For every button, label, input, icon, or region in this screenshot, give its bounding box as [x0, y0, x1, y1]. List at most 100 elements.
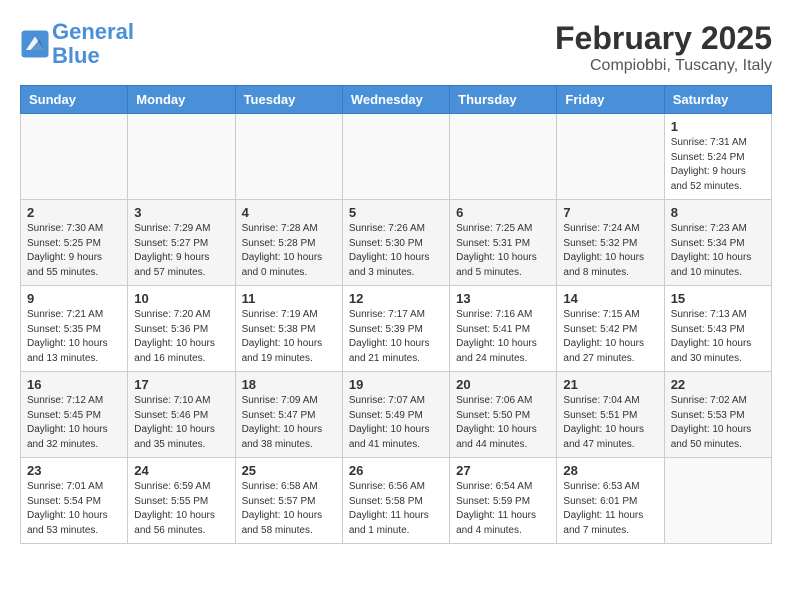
day-number: 14 [563, 291, 657, 306]
calendar-day: 12Sunrise: 7:17 AM Sunset: 5:39 PM Dayli… [342, 286, 449, 372]
calendar-day: 9 Sunrise: 7:21 AM Sunset: 5:35 PM Daylig… [21, 286, 128, 372]
calendar-day: 21Sunrise: 7:04 AM Sunset: 5:51 PM Dayli… [557, 372, 664, 458]
logo-icon [20, 29, 50, 59]
month-title: February 2025 [555, 20, 772, 57]
day-number: 15 [671, 291, 765, 306]
day-info: Sunrise: 7:02 AM Sunset: 5:53 PM Dayligh… [671, 394, 765, 452]
day-number: 26 [349, 463, 443, 478]
calendar-day: 6Sunrise: 7:25 AM Sunset: 5:31 PM Daylig… [450, 200, 557, 286]
day-info: Sunrise: 7:06 AM Sunset: 5:50 PM Dayligh… [456, 394, 550, 452]
title-block: February 2025 Compiobbi, Tuscany, Italy [555, 20, 772, 75]
calendar-day: 10 Sunrise: 7:20 AM Sunset: 5:36 PM Dayli… [128, 286, 235, 372]
weekday-header: Wednesday [342, 86, 449, 114]
calendar-day: 25 Sunrise: 6:58 AM Sunset: 5:57 PM Dayli… [235, 458, 342, 544]
calendar-day: 11 Sunrise: 7:19 AM Sunset: 5:38 PM Dayli… [235, 286, 342, 372]
weekday-header: Monday [128, 86, 235, 114]
calendar-day: 15 Sunrise: 7:13 AM Sunset: 5:43 PM Dayli… [664, 286, 771, 372]
day-info: Sunrise: 7:10 AM Sunset: 5:46 PM Dayligh… [134, 394, 228, 452]
day-info: Sunrise: 7:19 AM Sunset: 5:38 PM Dayligh… [242, 308, 336, 366]
day-number: 10 [134, 291, 228, 306]
calendar-day: 27 Sunrise: 6:54 AM Sunset: 5:59 PM Dayli… [450, 458, 557, 544]
calendar-week: 1 Sunrise: 7:31 AM Sunset: 5:24 PM Daylig… [21, 114, 772, 200]
day-info: Sunrise: 7:16 AM Sunset: 5:41 PM Dayligh… [456, 308, 550, 366]
calendar-week: 23 Sunrise: 7:01 AM Sunset: 5:54 PM Dayli… [21, 458, 772, 544]
calendar-body: 1 Sunrise: 7:31 AM Sunset: 5:24 PM Daylig… [21, 114, 772, 544]
calendar-day [557, 114, 664, 200]
day-info: Sunrise: 7:09 AM Sunset: 5:47 PM Dayligh… [242, 394, 336, 452]
logo-text: General Blue [52, 20, 134, 68]
location: Compiobbi, Tuscany, Italy [555, 57, 772, 75]
calendar-day [21, 114, 128, 200]
calendar-week: 16Sunrise: 7:12 AM Sunset: 5:45 PM Dayli… [21, 372, 772, 458]
day-number: 9 [27, 291, 121, 306]
day-number: 21 [563, 377, 657, 392]
day-number: 13 [456, 291, 550, 306]
day-number: 22 [671, 377, 765, 392]
day-number: 8 [671, 205, 765, 220]
calendar-week: 9 Sunrise: 7:21 AM Sunset: 5:35 PM Daylig… [21, 286, 772, 372]
day-number: 25 [242, 463, 336, 478]
day-info: Sunrise: 6:58 AM Sunset: 5:57 PM Dayligh… [242, 480, 336, 538]
day-info: Sunrise: 7:15 AM Sunset: 5:42 PM Dayligh… [563, 308, 657, 366]
calendar-header: SundayMondayTuesdayWednesdayThursdayFrid… [21, 86, 772, 114]
day-number: 28 [563, 463, 657, 478]
calendar-day [235, 114, 342, 200]
calendar-day: 13 Sunrise: 7:16 AM Sunset: 5:41 PM Dayli… [450, 286, 557, 372]
day-number: 11 [242, 291, 336, 306]
calendar-day: 24 Sunrise: 6:59 AM Sunset: 5:55 PM Dayli… [128, 458, 235, 544]
calendar-day: 18Sunrise: 7:09 AM Sunset: 5:47 PM Dayli… [235, 372, 342, 458]
calendar-day [664, 458, 771, 544]
day-info: Sunrise: 6:54 AM Sunset: 5:59 PM Dayligh… [456, 480, 550, 538]
calendar-day: 3 Sunrise: 7:29 AM Sunset: 5:27 PM Daylig… [128, 200, 235, 286]
calendar-day: 22 Sunrise: 7:02 AM Sunset: 5:53 PM Dayli… [664, 372, 771, 458]
calendar-table: SundayMondayTuesdayWednesdayThursdayFrid… [20, 85, 772, 544]
day-number: 5 [349, 205, 443, 220]
day-number: 27 [456, 463, 550, 478]
day-info: Sunrise: 7:23 AM Sunset: 5:34 PM Dayligh… [671, 222, 765, 280]
weekday-header: Friday [557, 86, 664, 114]
calendar-day [450, 114, 557, 200]
day-info: Sunrise: 6:59 AM Sunset: 5:55 PM Dayligh… [134, 480, 228, 538]
day-info: Sunrise: 7:30 AM Sunset: 5:25 PM Dayligh… [27, 222, 121, 280]
day-info: Sunrise: 6:56 AM Sunset: 5:58 PM Dayligh… [349, 480, 443, 538]
day-info: Sunrise: 7:29 AM Sunset: 5:27 PM Dayligh… [134, 222, 228, 280]
day-number: 7 [563, 205, 657, 220]
day-info: Sunrise: 7:28 AM Sunset: 5:28 PM Dayligh… [242, 222, 336, 280]
day-number: 24 [134, 463, 228, 478]
day-number: 1 [671, 119, 765, 134]
day-info: Sunrise: 7:21 AM Sunset: 5:35 PM Dayligh… [27, 308, 121, 366]
day-number: 16 [27, 377, 121, 392]
calendar-day: 2 Sunrise: 7:30 AM Sunset: 5:25 PM Daylig… [21, 200, 128, 286]
day-number: 4 [242, 205, 336, 220]
day-info: Sunrise: 6:53 AM Sunset: 6:01 PM Dayligh… [563, 480, 657, 538]
calendar-day: 28 Sunrise: 6:53 AM Sunset: 6:01 PM Dayli… [557, 458, 664, 544]
day-number: 6 [456, 205, 550, 220]
day-info: Sunrise: 7:13 AM Sunset: 5:43 PM Dayligh… [671, 308, 765, 366]
day-info: Sunrise: 7:17 AM Sunset: 5:39 PM Dayligh… [349, 308, 443, 366]
calendar-day: 26 Sunrise: 6:56 AM Sunset: 5:58 PM Dayli… [342, 458, 449, 544]
calendar-day [128, 114, 235, 200]
day-info: Sunrise: 7:01 AM Sunset: 5:54 PM Dayligh… [27, 480, 121, 538]
weekday-header: Tuesday [235, 86, 342, 114]
page-header: General Blue February 2025 Compiobbi, Tu… [20, 20, 772, 75]
day-number: 2 [27, 205, 121, 220]
logo: General Blue [20, 20, 134, 68]
day-info: Sunrise: 7:20 AM Sunset: 5:36 PM Dayligh… [134, 308, 228, 366]
calendar-day: 19Sunrise: 7:07 AM Sunset: 5:49 PM Dayli… [342, 372, 449, 458]
calendar-week: 2 Sunrise: 7:30 AM Sunset: 5:25 PM Daylig… [21, 200, 772, 286]
weekday-header: Saturday [664, 86, 771, 114]
day-number: 19 [349, 377, 443, 392]
day-number: 20 [456, 377, 550, 392]
calendar-day: 14 Sunrise: 7:15 AM Sunset: 5:42 PM Dayli… [557, 286, 664, 372]
day-number: 23 [27, 463, 121, 478]
day-number: 3 [134, 205, 228, 220]
header-row: SundayMondayTuesdayWednesdayThursdayFrid… [21, 86, 772, 114]
calendar-day: 4 Sunrise: 7:28 AM Sunset: 5:28 PM Daylig… [235, 200, 342, 286]
day-info: Sunrise: 7:31 AM Sunset: 5:24 PM Dayligh… [671, 136, 765, 194]
weekday-header: Thursday [450, 86, 557, 114]
day-number: 17 [134, 377, 228, 392]
calendar-day: 16Sunrise: 7:12 AM Sunset: 5:45 PM Dayli… [21, 372, 128, 458]
weekday-header: Sunday [21, 86, 128, 114]
calendar-day [342, 114, 449, 200]
calendar-day: 20 Sunrise: 7:06 AM Sunset: 5:50 PM Dayli… [450, 372, 557, 458]
